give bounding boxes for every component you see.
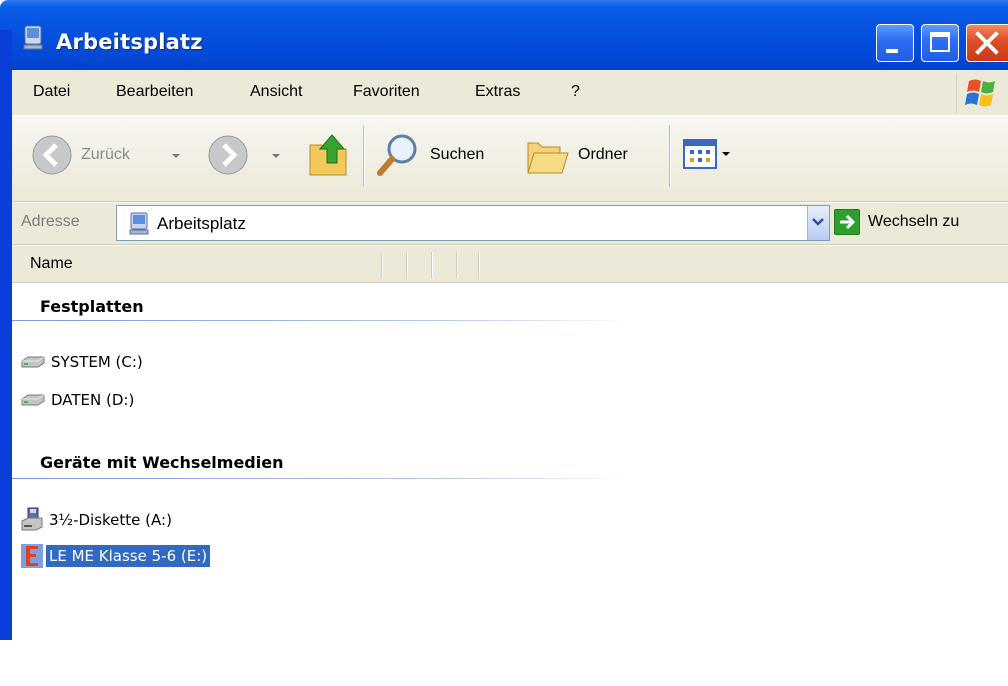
- address-input[interactable]: Arbeitsplatz: [116, 205, 830, 241]
- column-divider[interactable]: [406, 252, 408, 278]
- address-dropdown-button[interactable]: [807, 206, 829, 240]
- column-name-header[interactable]: Name: [30, 255, 73, 273]
- menu-datei[interactable]: Datei: [33, 83, 70, 101]
- close-icon: [975, 31, 999, 55]
- toolbar-separator: [363, 125, 365, 187]
- back-label: Zurück: [81, 146, 130, 163]
- folders-icon: [527, 142, 569, 174]
- menu-bearbeiten[interactable]: Bearbeiten: [116, 83, 193, 101]
- window-title: Arbeitsplatz: [56, 30, 203, 54]
- forward-button[interactable]: [206, 133, 288, 177]
- back-button[interactable]: Zurück: [30, 133, 190, 177]
- group-divider: [12, 478, 632, 479]
- group-divider: [12, 320, 632, 321]
- back-arrow-icon: [32, 135, 72, 175]
- list-item-drive-c[interactable]: SYSTEM (C:): [20, 348, 146, 376]
- item-label: LE ME Klasse 5-6 (E:): [44, 544, 212, 568]
- views-icon: [683, 139, 717, 169]
- toolbar: Zurück Suchen Ordner: [12, 117, 1008, 202]
- list-item-drive-d[interactable]: DATEN (D:): [20, 386, 137, 414]
- window-border-left: [0, 30, 12, 640]
- column-divider[interactable]: [431, 252, 433, 278]
- list-item-drive-a[interactable]: 3½-Diskette (A:): [20, 506, 175, 534]
- computer-icon: [23, 25, 43, 50]
- menu-extras[interactable]: Extras: [475, 83, 520, 101]
- column-divider[interactable]: [381, 252, 383, 278]
- menu-favoriten[interactable]: Favoriten: [353, 83, 420, 101]
- folders-button[interactable]: Ordner: [524, 131, 654, 179]
- address-value: Arbeitsplatz: [157, 214, 246, 233]
- search-label: Suchen: [430, 146, 485, 163]
- column-divider[interactable]: [456, 252, 458, 278]
- close-button[interactable]: [966, 24, 1008, 62]
- windows-logo: [956, 73, 1006, 113]
- maximize-icon: [930, 32, 950, 52]
- item-label: 3½-Diskette (A:): [49, 511, 172, 529]
- list-item-drive-e[interactable]: LE ME Klasse 5-6 (E:): [20, 542, 212, 570]
- address-label: Adresse: [21, 213, 80, 230]
- hard-drive-icon: [21, 356, 45, 368]
- minimize-icon: [886, 49, 898, 53]
- computer-icon: [129, 212, 149, 235]
- column-divider[interactable]: [478, 252, 480, 278]
- address-bar: Adresse Arbeitsplatz Wechseln zu: [12, 203, 1008, 245]
- forward-dropdown-icon[interactable]: [272, 154, 280, 158]
- group-title-removable: Geräte mit Wechselmedien: [40, 453, 284, 472]
- group-title-hard-drives: Festplatten: [40, 297, 144, 316]
- go-label[interactable]: Wechseln zu: [868, 213, 959, 231]
- removable-drive-icon: [21, 544, 43, 568]
- forward-arrow-icon: [208, 135, 248, 175]
- menu-bar: Datei Bearbeiten Ansicht Favoriten Extra…: [12, 70, 1008, 116]
- menu-help[interactable]: ?: [571, 83, 580, 101]
- column-header: Name: [12, 246, 1008, 283]
- go-button[interactable]: [834, 209, 860, 235]
- title-bar[interactable]: Arbeitsplatz: [0, 0, 1008, 70]
- maximize-button[interactable]: [921, 24, 959, 62]
- toolbar-separator: [669, 125, 671, 187]
- back-dropdown-icon[interactable]: [172, 154, 180, 158]
- chevron-down-icon: [812, 218, 824, 226]
- views-button[interactable]: [682, 137, 752, 173]
- file-list: Festplatten SYSTEM (C:) DATEN (D:) Gerät…: [12, 284, 1008, 686]
- minimize-button[interactable]: [876, 24, 914, 62]
- floppy-drive-icon: [21, 507, 43, 531]
- search-button[interactable]: Suchen: [374, 131, 504, 179]
- item-label: DATEN (D:): [51, 391, 135, 409]
- hard-drive-icon: [21, 394, 45, 406]
- views-dropdown-icon[interactable]: [722, 152, 730, 156]
- search-icon: [377, 134, 417, 176]
- windows-flag-icon: [965, 79, 995, 107]
- item-label: SYSTEM (C:): [51, 353, 143, 371]
- folder-up-icon[interactable]: [306, 131, 352, 179]
- folders-label: Ordner: [578, 146, 628, 163]
- menu-ansicht[interactable]: Ansicht: [250, 83, 302, 101]
- explorer-window: Arbeitsplatz Datei Bearbeiten Ansicht Fa…: [0, 0, 1008, 686]
- go-arrow-icon: [840, 214, 856, 230]
